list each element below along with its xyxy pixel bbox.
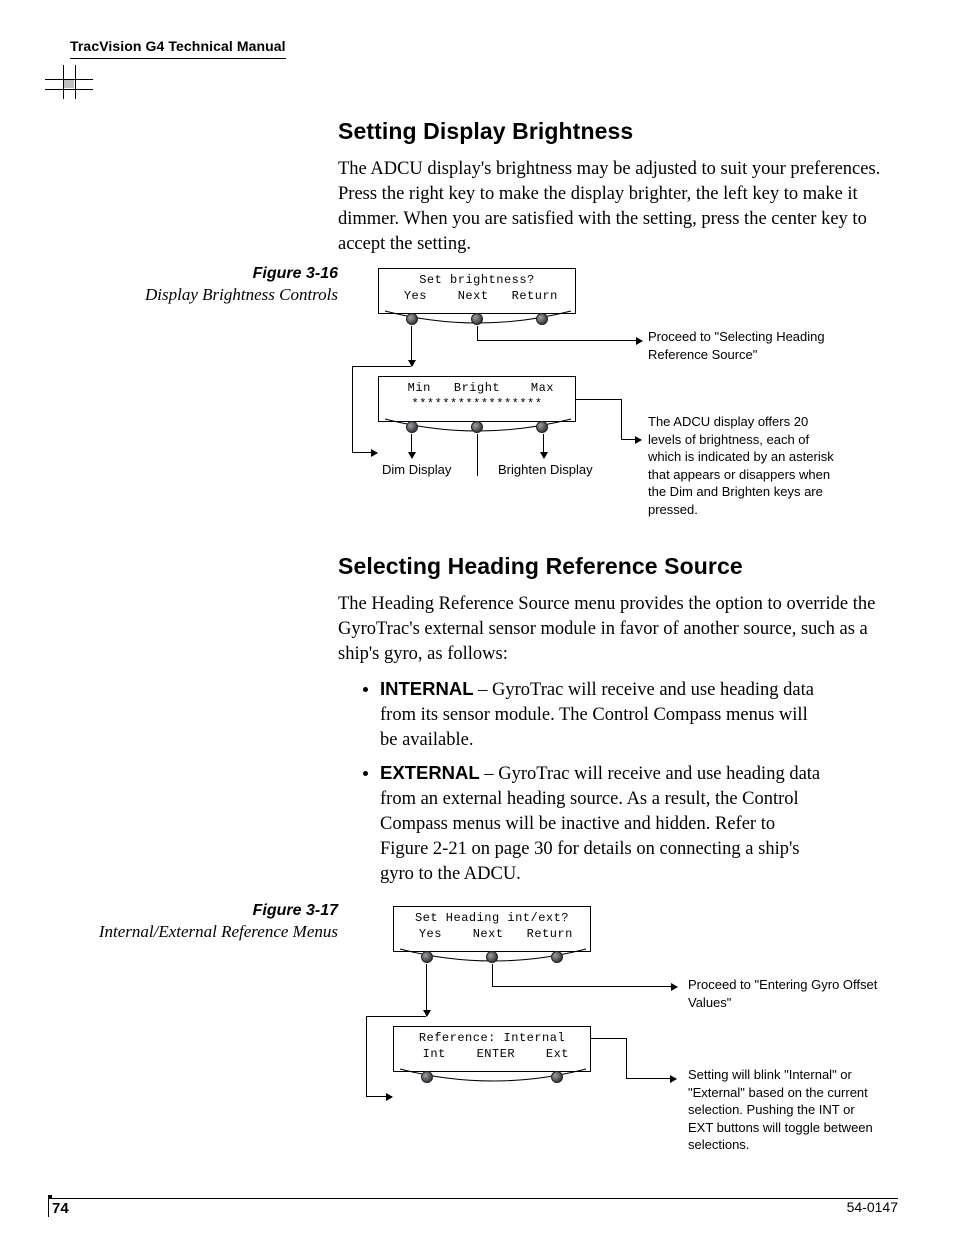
- figure-caption-3-16: Figure 3-16 Display Brightness Controls: [145, 265, 338, 305]
- lcd-text: Set brightness?: [379, 273, 575, 287]
- body-text-brightness: The ADCU display's brightness may be adj…: [338, 157, 888, 257]
- lcd-button-icon: [551, 1071, 563, 1083]
- lcd-button-icon: [421, 951, 433, 963]
- lcd-text: Yes Next Return: [394, 927, 590, 941]
- lcd-button-icon: [406, 421, 418, 433]
- diagram-label-dim: Dim Display: [382, 462, 451, 477]
- list-label-internal: INTERNAL: [380, 678, 474, 699]
- lcd-text: Reference: Internal: [394, 1031, 590, 1045]
- section-heading-brightness: Setting Display Brightness: [338, 118, 888, 145]
- section-heading-reference-source: Selecting Heading Reference Source: [338, 553, 888, 580]
- figure-number: Figure 3-17: [99, 902, 338, 920]
- lcd-screen-2: Min Bright Max *****************: [378, 376, 576, 422]
- lcd-button-icon: [536, 313, 548, 325]
- lcd-screen-1: Set brightness? Yes Next Return: [378, 268, 576, 314]
- figure-number: Figure 3-16: [145, 265, 338, 283]
- lcd-button-icon: [406, 313, 418, 325]
- figure-3-17-diagram: Set Heading int/ext? Yes Next Return Ref…: [338, 906, 888, 1166]
- lcd-button-icon: [471, 313, 483, 325]
- lcd-button-icon: [486, 951, 498, 963]
- body-list: INTERNAL – GyroTrac will receive and use…: [338, 677, 888, 887]
- main-content-column: Setting Display Brightness The ADCU disp…: [338, 110, 888, 267]
- figure-3-16-diagram: Set brightness? Yes Next Return Min Brig…: [338, 268, 888, 538]
- list-item-external: EXTERNAL – GyroTrac will receive and use…: [380, 761, 888, 887]
- diagram-label-brighten: Brighten Display: [498, 462, 593, 477]
- diagram-note-proceed: Proceed to "Entering Gyro Offset Values": [688, 976, 878, 1011]
- content-column-2: Selecting Heading Reference Source The H…: [338, 545, 888, 897]
- lcd-button-icon: [421, 1071, 433, 1083]
- lcd-text: Int ENTER Ext: [394, 1047, 590, 1061]
- lcd-button-icon: [551, 951, 563, 963]
- running-header-title: TracVision G4 Technical Manual: [70, 38, 286, 59]
- footer-side-rule: [48, 1199, 49, 1217]
- figure-title: Display Brightness Controls: [145, 285, 338, 305]
- lcd-button-icon: [471, 421, 483, 433]
- footer-rule: [48, 1198, 898, 1199]
- page-number: 74: [52, 1200, 69, 1217]
- lcd-text: Min Bright Max: [379, 381, 575, 395]
- manual-page: TracVision G4 Technical Manual Setting D…: [0, 0, 954, 1235]
- lcd-text: Yes Next Return: [379, 289, 575, 303]
- figure-caption-3-17: Figure 3-17 Internal/External Reference …: [99, 902, 338, 942]
- lcd-text: Set Heading int/ext?: [394, 911, 590, 925]
- lcd-button-icon: [536, 421, 548, 433]
- list-label-external: EXTERNAL: [380, 762, 480, 783]
- lcd-text: *****************: [379, 397, 575, 411]
- document-id: 54-0147: [847, 1199, 898, 1215]
- figure-title: Internal/External Reference Menus: [99, 922, 338, 942]
- lcd-screen-2: Reference: Internal Int ENTER Ext: [393, 1026, 591, 1072]
- diagram-note-blink: Setting will blink "Internal" or "Extern…: [688, 1066, 878, 1154]
- list-item-internal: INTERNAL – GyroTrac will receive and use…: [380, 677, 888, 753]
- registration-mark-icon: [45, 65, 93, 99]
- lcd-screen-1: Set Heading int/ext? Yes Next Return: [393, 906, 591, 952]
- diagram-note-levels: The ADCU display offers 20 levels of bri…: [648, 413, 838, 518]
- diagram-note-proceed: Proceed to "Selecting Heading Reference …: [648, 328, 838, 363]
- body-text-reference: The Heading Reference Source menu provid…: [338, 592, 888, 667]
